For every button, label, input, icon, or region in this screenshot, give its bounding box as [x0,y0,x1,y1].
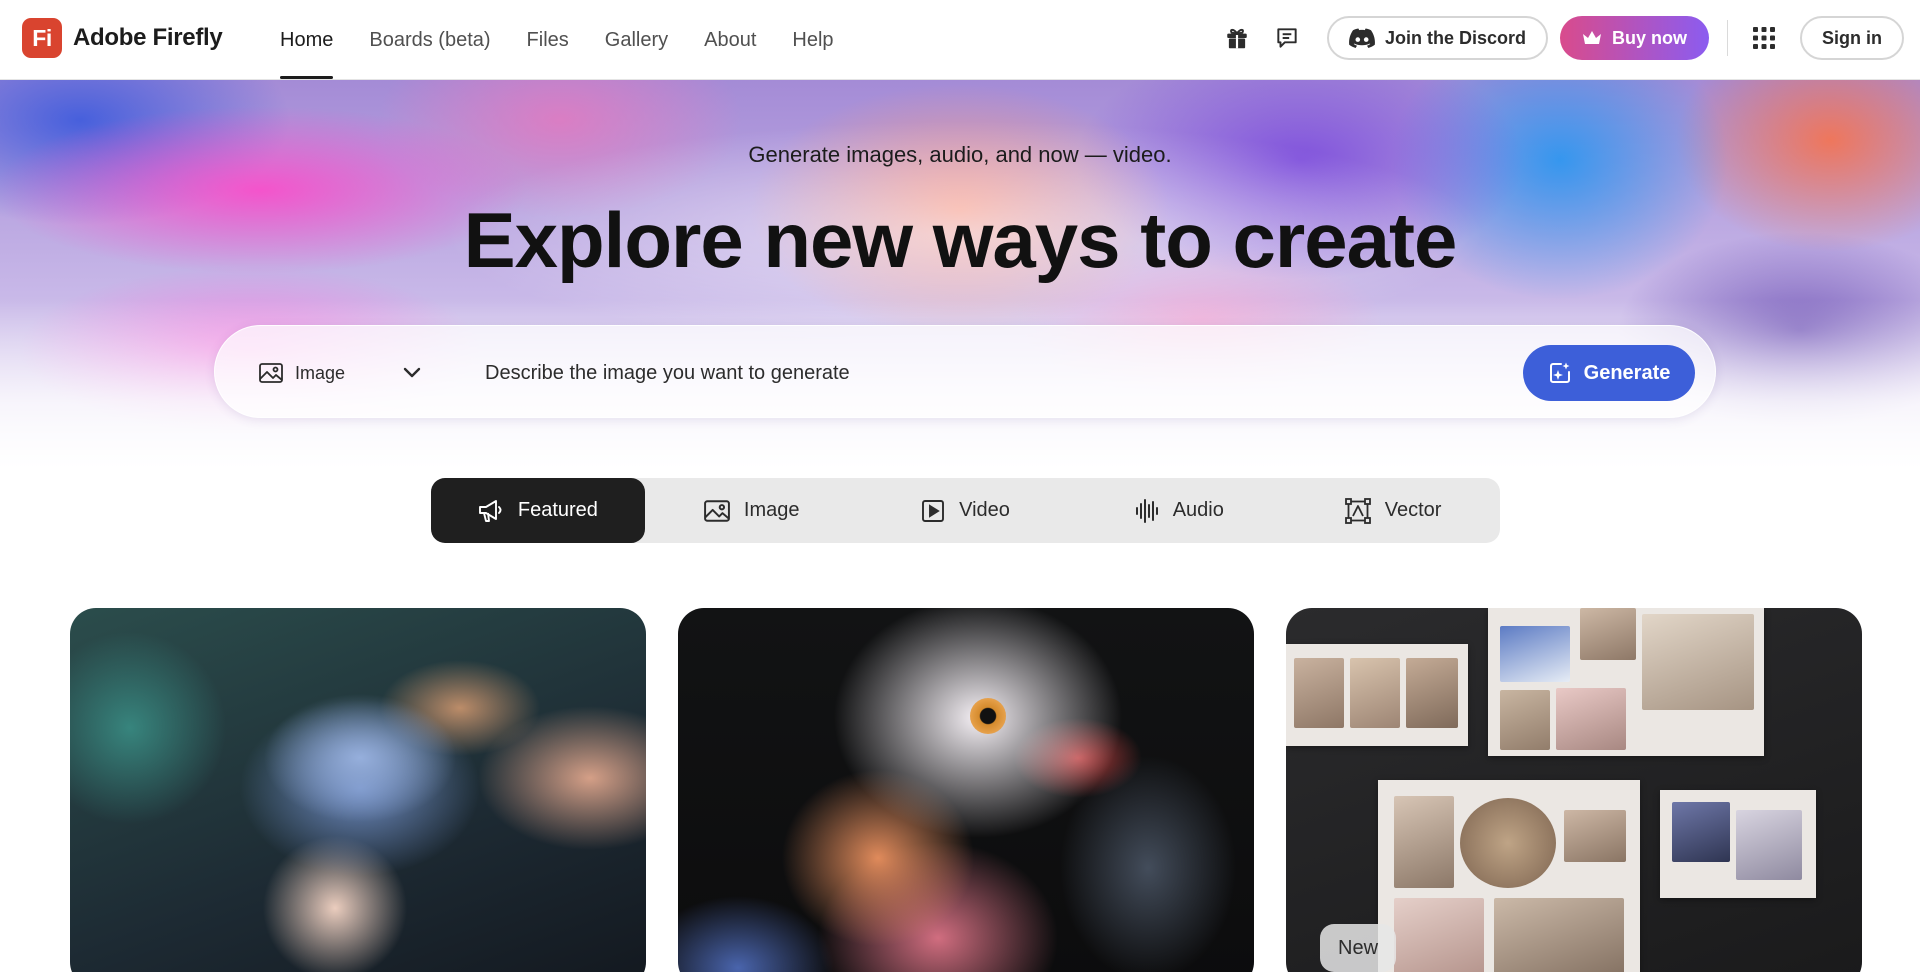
buy-now-button[interactable]: Buy now [1560,16,1709,60]
nav-item-help[interactable]: Help [792,0,833,80]
tab-featured[interactable]: Featured [431,478,645,543]
image-icon [703,499,730,522]
join-discord-button[interactable]: Join the Discord [1326,16,1548,60]
generation-mode-select[interactable]: Image [259,353,421,393]
join-discord-label: Join the Discord [1384,27,1526,48]
tab-audio[interactable]: Audio [1072,478,1286,543]
hero-subtitle: Generate images, audio, and now — video. [748,142,1172,167]
image-icon [259,363,283,383]
megaphone-icon [478,499,504,523]
main-nav: Home Boards (beta) Files Gallery About H… [280,0,870,80]
moodboard-panel [1286,644,1468,746]
brand-logo[interactable]: Fi Adobe Firefly [22,18,223,58]
tab-vector-label: Vector [1384,499,1442,521]
nav-item-boards[interactable]: Boards (beta) [369,0,490,80]
tab-video[interactable]: Video [859,478,1073,543]
nav-item-gallery[interactable]: Gallery [605,0,668,80]
feedback-icon[interactable] [1265,16,1309,60]
crown-icon [1582,29,1602,47]
featured-card-moodboard[interactable]: New [1286,608,1862,972]
buy-now-label: Buy now [1612,27,1687,48]
tab-vector[interactable]: Vector [1286,478,1500,543]
moodboard-panel [1660,790,1816,898]
gift-icon[interactable] [1215,16,1259,60]
tab-featured-label: Featured [517,499,598,521]
video-play-icon [921,499,945,523]
generation-mode-value: Image [295,362,346,383]
audio-wave-icon [1135,498,1159,524]
new-badge: New [1320,924,1397,972]
prompt-input[interactable] [485,348,1485,398]
firefly-logo-icon: Fi [22,18,62,58]
tab-audio-label: Audio [1172,499,1224,521]
featured-card-portrait[interactable] [70,608,646,972]
discord-icon [1349,28,1375,48]
featured-card-parrot[interactable] [678,608,1254,972]
generate-label: Generate [1583,361,1671,384]
brand-name: Adobe Firefly [73,24,223,51]
moodboard-panel [1378,780,1640,972]
nav-item-files[interactable]: Files [527,0,569,80]
nav-item-about[interactable]: About [704,0,756,80]
header-actions: Join the Discord Buy now Sign in [1215,16,1904,60]
generate-button[interactable]: Generate [1523,345,1695,401]
hero-banner: Generate images, audio, and now — video.… [0,80,1920,470]
tab-video-label: Video [959,499,1010,521]
chevron-down-icon [403,367,421,379]
header-divider [1727,20,1728,56]
tab-image-label: Image [743,499,800,521]
nav-item-home[interactable]: Home [280,0,334,80]
top-bar: Fi Adobe Firefly Home Boards (beta) File… [0,0,1920,80]
hero-title: Explore new ways to create [463,196,1458,284]
tab-image[interactable]: Image [645,478,859,543]
vector-icon [1344,497,1371,524]
sign-in-button[interactable]: Sign in [1800,16,1904,60]
parrot-eye [970,698,1006,734]
sparkle-generate-icon [1548,361,1572,385]
prompt-bar: Image Generate [214,325,1716,418]
category-tabs: Featured Image Video Audio Vector [431,478,1500,543]
moodboard-panel [1488,608,1764,756]
apps-grid-icon[interactable] [1742,16,1786,60]
